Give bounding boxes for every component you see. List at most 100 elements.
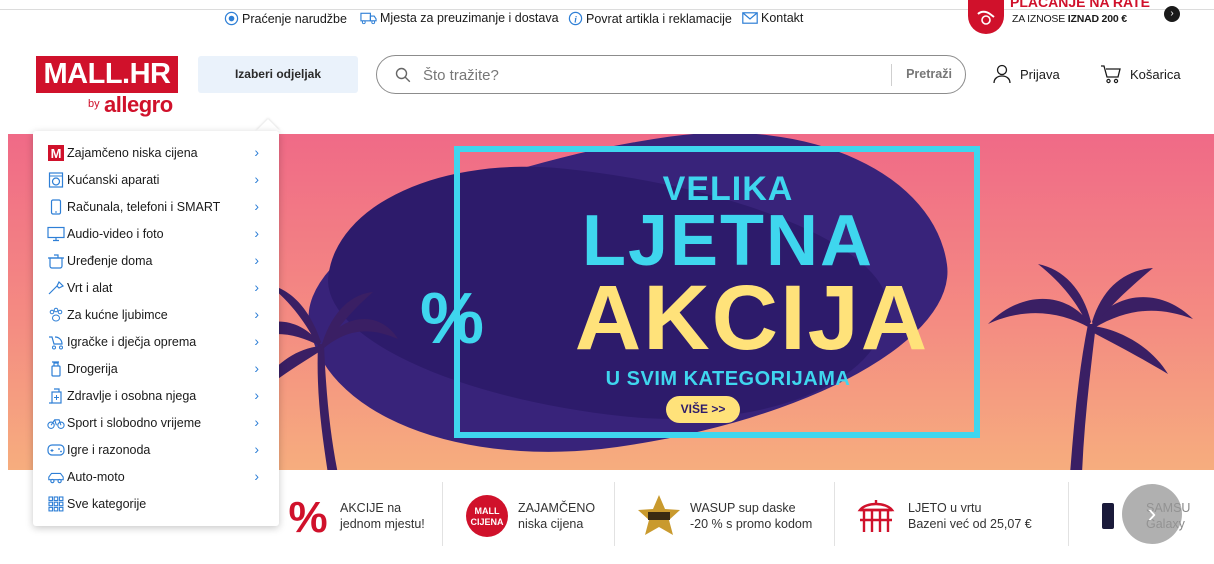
menu-item-low-price[interactable]: M Zajamčeno niska cijena › bbox=[47, 142, 269, 164]
promo-divider bbox=[442, 482, 443, 546]
washing-machine-icon bbox=[47, 171, 65, 189]
banner-subtitle: U SVIM KATEGORIJAMA bbox=[605, 368, 851, 390]
menu-item-label: Uređenje doma bbox=[67, 254, 153, 268]
search-input[interactable] bbox=[423, 65, 843, 85]
chevron-right-icon: › bbox=[254, 468, 259, 484]
promo-low-price[interactable]: MALL CIJENA ZAJAMČENO niska cijena bbox=[466, 488, 595, 544]
menu-item-pets[interactable]: Za kućne ljubimce › bbox=[47, 304, 269, 326]
tools-icon bbox=[47, 279, 65, 297]
chevron-right-icon: › bbox=[254, 252, 259, 268]
logo-by-text: by bbox=[88, 98, 100, 110]
carousel-next-button[interactable]: › bbox=[1122, 484, 1182, 544]
contact-link[interactable]: Kontakt bbox=[742, 11, 803, 25]
menu-item-drugstore[interactable]: Drogerija › bbox=[47, 358, 269, 380]
menu-item-health[interactable]: Zdravlje i osobna njega › bbox=[47, 385, 269, 407]
search-icon bbox=[395, 67, 411, 83]
menu-item-label: Audio-video i foto bbox=[67, 227, 164, 241]
health-icon bbox=[47, 387, 65, 405]
banner-more-button[interactable]: VIŠE >> bbox=[666, 396, 740, 423]
cart-icon bbox=[1101, 65, 1121, 84]
menu-item-sport[interactable]: Sport i slobodno vrijeme › bbox=[47, 412, 269, 434]
menu-item-label: Auto-moto bbox=[67, 470, 125, 484]
svg-text:i: i bbox=[574, 15, 577, 25]
promo-garden[interactable]: LJETO u vrtu Bazeni već od 25,07 € bbox=[856, 488, 1032, 544]
promo-sales[interactable]: % AKCIJE na jednom mjestu! bbox=[286, 488, 425, 544]
returns-label: Povrat artikla i reklamacije bbox=[586, 11, 732, 26]
installment-subtitle: ZA IZNOSE IZNAD 200 € bbox=[1012, 13, 1127, 25]
chevron-right-icon: › bbox=[254, 279, 259, 295]
menu-item-label: Kućanski aparati bbox=[67, 173, 160, 187]
pickup-delivery-link[interactable]: Mjesta za preuzimanje i dostava bbox=[360, 11, 559, 25]
allegro-logo: allegro bbox=[104, 92, 173, 117]
promo-text: LJETO u vrtu Bazeni već od 25,07 € bbox=[908, 501, 1032, 531]
menu-item-auto[interactable]: Auto-moto › bbox=[47, 466, 269, 488]
chevron-right-icon: › bbox=[254, 360, 259, 376]
promo-text: AKCIJE na jednom mjestu! bbox=[340, 501, 425, 531]
order-tracking-label: Praćenje narudžbe bbox=[242, 11, 347, 26]
mall-m-icon: M bbox=[47, 144, 65, 162]
gamepad-icon bbox=[47, 441, 65, 459]
pickup-delivery-label: Mjesta za preuzimanje i dostava bbox=[380, 11, 559, 25]
mall-cijena-badge-bottom: CIJENA bbox=[470, 517, 504, 527]
installment-badge[interactable]: PLAĆANJE NA RATE ZA IZNOSE IZNAD 200 € › bbox=[968, 0, 1188, 34]
menu-item-appliances[interactable]: Kućanski aparati › bbox=[47, 169, 269, 191]
menu-item-label: Sport i slobodno vrijeme bbox=[67, 416, 202, 430]
star-badge-icon bbox=[638, 495, 680, 535]
choose-department-button[interactable]: Izaberi odjeljak bbox=[198, 56, 358, 93]
grid-icon bbox=[47, 495, 65, 513]
gazebo-icon bbox=[857, 500, 895, 532]
promo-divider bbox=[1068, 482, 1069, 546]
phone-icon bbox=[47, 198, 65, 216]
svg-text:M: M bbox=[51, 146, 62, 161]
chevron-right-icon: › bbox=[254, 414, 259, 430]
menu-item-audio-video[interactable]: Audio-video i foto › bbox=[47, 223, 269, 245]
menu-item-games[interactable]: Igre i razonoda › bbox=[47, 439, 269, 461]
smartphone-icon bbox=[1102, 503, 1114, 529]
paw-icon bbox=[47, 306, 65, 324]
order-tracking-link[interactable]: Praćenje narudžbe bbox=[224, 11, 347, 26]
menu-item-label: Vrt i alat bbox=[67, 281, 113, 295]
menu-item-label: Računala, telefoni i SMART bbox=[67, 200, 221, 214]
promo-divider bbox=[834, 482, 835, 546]
search-button[interactable]: Pretraži bbox=[893, 56, 965, 93]
menu-item-all-categories[interactable]: Sve kategorije bbox=[47, 493, 269, 515]
bottle-icon bbox=[47, 360, 65, 378]
menu-caret bbox=[256, 119, 280, 131]
monitor-icon bbox=[47, 225, 65, 243]
user-icon bbox=[993, 64, 1011, 84]
mall-cijena-icon: MALL CIJENA bbox=[466, 495, 508, 537]
menu-item-home[interactable]: Uređenje doma › bbox=[47, 250, 269, 272]
envelope-icon bbox=[742, 12, 758, 24]
chevron-right-icon: › bbox=[254, 225, 259, 241]
info-icon: i bbox=[568, 11, 583, 25]
menu-item-label: Zajamčeno niska cijena bbox=[67, 146, 198, 160]
login-link[interactable]: Prijava bbox=[992, 64, 1060, 84]
chevron-right-icon: › bbox=[254, 171, 259, 187]
installment-icon bbox=[968, 0, 1004, 34]
percent-icon: % bbox=[288, 494, 327, 538]
cart-link[interactable]: Košarica bbox=[1100, 64, 1181, 84]
search-divider bbox=[891, 64, 892, 86]
search-bar: Pretraži bbox=[376, 55, 966, 94]
menu-item-computers[interactable]: Računala, telefoni i SMART › bbox=[47, 196, 269, 218]
promo-divider bbox=[614, 482, 615, 546]
cart-label: Košarica bbox=[1130, 66, 1181, 82]
chevron-right-icon: › bbox=[254, 441, 259, 457]
stroller-icon bbox=[47, 333, 65, 351]
menu-item-label: Igre i razonoda bbox=[67, 443, 151, 457]
svg-text:%: % bbox=[288, 494, 327, 538]
menu-item-label: Drogerija bbox=[67, 362, 118, 376]
menu-item-garden[interactable]: Vrt i alat › bbox=[47, 277, 269, 299]
promo-text: WASUP sup daske -20 % s promo kodom bbox=[690, 501, 813, 531]
chevron-right-icon: › bbox=[254, 387, 259, 403]
returns-link[interactable]: i Povrat artikla i reklamacije bbox=[568, 11, 732, 26]
truck-icon bbox=[360, 12, 377, 25]
bicycle-icon bbox=[47, 414, 65, 432]
promo-wasup[interactable]: WASUP sup daske -20 % s promo kodom bbox=[636, 488, 812, 544]
chevron-right-icon: › bbox=[254, 144, 259, 160]
category-menu: M Zajamčeno niska cijena › Kućanski apar… bbox=[33, 131, 279, 526]
mall-logo[interactable]: MALL.HR bbox=[36, 56, 178, 93]
mall-cijena-badge-top: MALL bbox=[474, 506, 500, 516]
menu-item-toys[interactable]: Igračke i dječja oprema › bbox=[47, 331, 269, 353]
chevron-right-icon: › bbox=[254, 198, 259, 214]
